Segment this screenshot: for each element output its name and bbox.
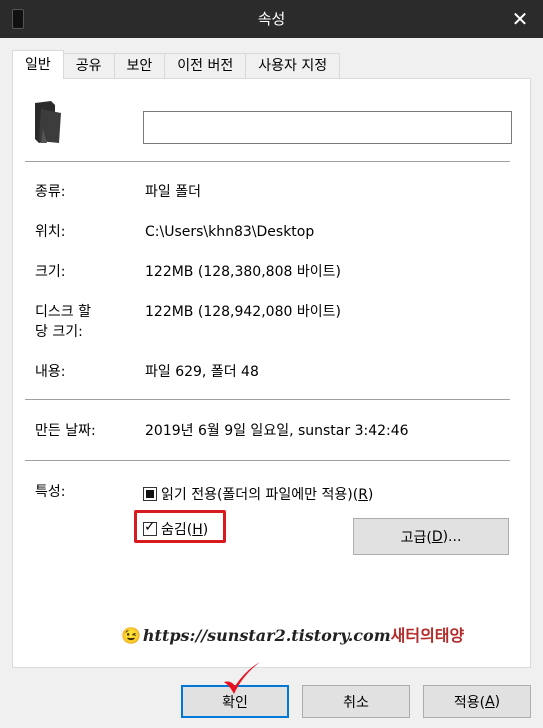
disk-size-label: 디스크 할 당 크기: [35,302,135,342]
tab-security[interactable]: 보안 [113,53,166,79]
apply-button[interactable]: 적용(A) [423,685,531,718]
cancel-button[interactable]: 취소 [302,685,410,718]
tab-strip: 일반 공유 보안 이전 버전 사용자 지정 [12,50,341,79]
watermark-url: https://sunstar2.tistory.com [142,626,391,645]
tab-sharing[interactable]: 공유 [62,53,115,79]
close-icon: ✕ [511,7,529,31]
attributes-label: 특성: [35,484,66,500]
advanced-button[interactable]: 고급(D)... [353,518,509,555]
disk-size-label-line1: 디스크 할 [35,304,91,320]
red-checkmark-icon [224,662,260,694]
size-label: 크기: [35,264,66,280]
separator [25,460,510,461]
close-button[interactable]: ✕ [497,0,543,38]
title-bar: 속성 ✕ [0,0,543,38]
watermark: 😉 https://sunstar2.tistory.com새터의태양 [121,622,464,646]
tab-previous-versions[interactable]: 이전 버전 [164,53,247,79]
wink-emoji: 😉 [121,626,141,645]
readonly-checkbox[interactable] [143,487,157,501]
contents-value: 파일 629, 폴더 48 [145,364,259,380]
location-label: 위치: [35,224,66,240]
separator [25,399,510,400]
readonly-label: 읽기 전용(폴더의 파일에만 적용)(R) [161,487,374,503]
disk-size-label-line2: 당 크기: [35,324,83,340]
type-value: 파일 폴더 [145,184,201,200]
created-label: 만든 날짜: [35,423,96,439]
folder-icon [35,101,61,143]
location-value: C:\Users\khn83\Desktop [145,224,315,240]
hidden-label: 숨김(H) [161,522,209,538]
readonly-checkbox-row[interactable]: 읽기 전용(폴더의 파일에만 적용)(R) [143,484,373,504]
general-panel: 종류: 파일 폴더 위치: C:\Users\khn83\Desktop 크기:… [12,78,531,668]
tab-customize[interactable]: 사용자 지정 [245,53,341,79]
watermark-korean: 새터의태양 [390,626,465,645]
folder-name-input[interactable] [143,111,512,144]
contents-label: 내용: [35,364,66,380]
separator [25,161,510,162]
hidden-checkbox[interactable] [143,519,157,536]
tab-general[interactable]: 일반 [12,50,64,79]
created-value: 2019년 6월 9일 일요일, sunstar 3:42:46 [145,423,409,439]
hidden-checkbox-row[interactable]: 숨김(H) [143,519,208,539]
size-value: 122MB (128,380,808 바이트) [145,264,341,280]
window-title: 속성 [257,10,286,28]
disk-size-value: 122MB (128,942,080 바이트) [145,304,341,320]
type-label: 종류: [35,184,66,200]
